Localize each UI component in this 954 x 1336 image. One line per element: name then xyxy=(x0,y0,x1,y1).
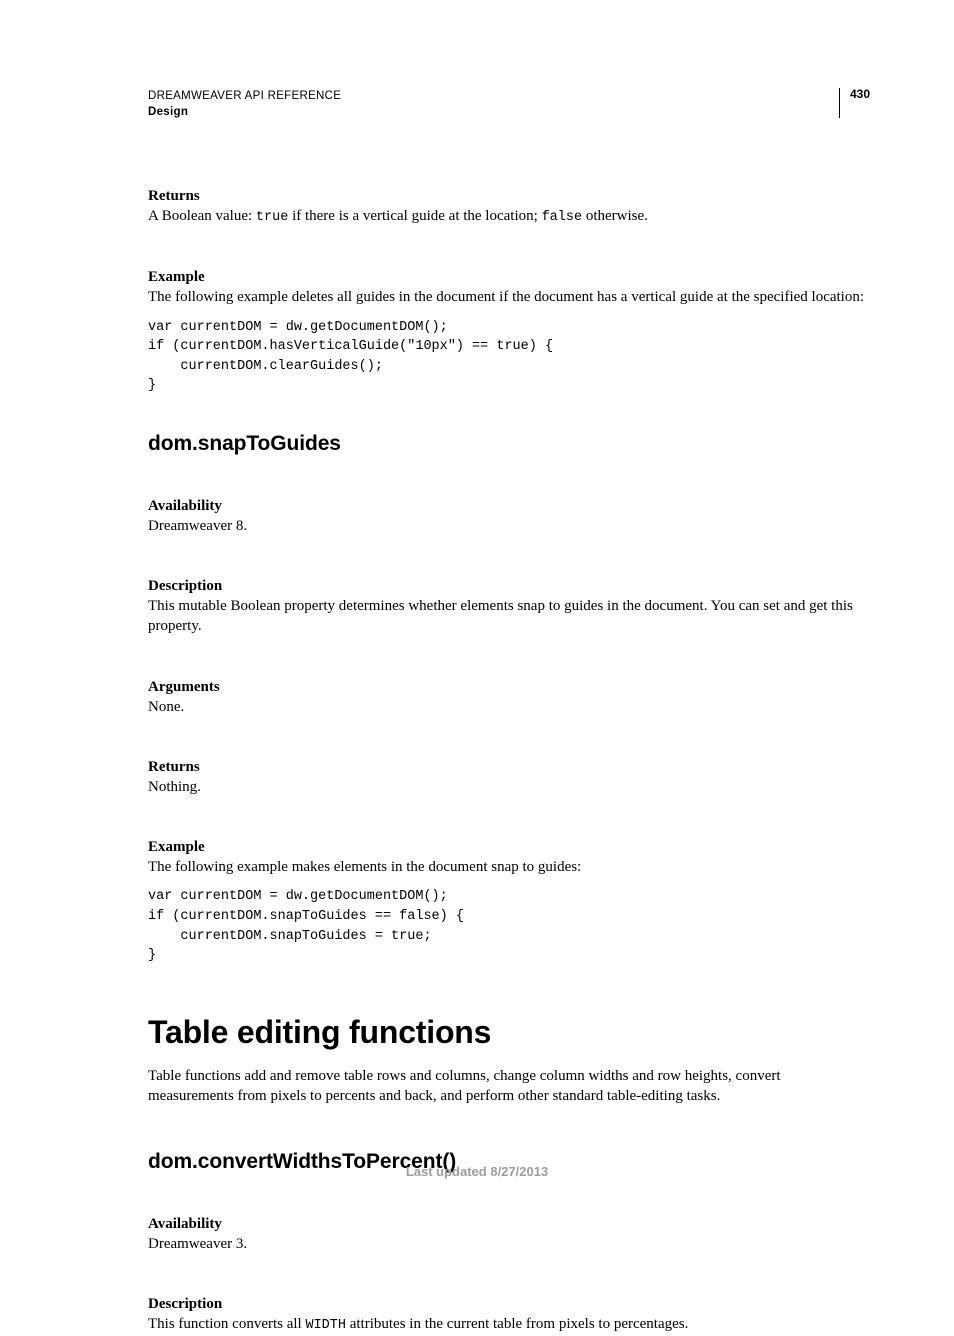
example-text: The following example deletes all guides… xyxy=(148,287,870,307)
doc-section: Design xyxy=(148,104,839,120)
example-label: Example xyxy=(148,269,870,286)
example-text: The following example makes elements in … xyxy=(148,857,870,877)
availability-label: Availability xyxy=(148,498,870,515)
code-width: WIDTH xyxy=(305,1318,346,1333)
code-block: var currentDOM = dw.getDocumentDOM(); if… xyxy=(148,887,870,965)
code-false: false xyxy=(542,210,583,225)
page: DREAMWEAVER API REFERENCE Design 430 Ret… xyxy=(0,0,954,1235)
example-label: Example xyxy=(148,839,870,856)
content: Returns A Boolean value: true if there i… xyxy=(148,120,870,1335)
doc-title: DREAMWEAVER API REFERENCE xyxy=(148,88,839,104)
returns-text: Nothing. xyxy=(148,777,870,797)
availability-text: Dreamweaver 8. xyxy=(148,516,870,536)
page-number: 430 xyxy=(839,88,870,118)
page-header: DREAMWEAVER API REFERENCE Design 430 xyxy=(148,88,870,120)
text-span: if there is a vertical guide at the loca… xyxy=(288,208,541,224)
returns-label: Returns xyxy=(148,188,870,205)
code-block: var currentDOM = dw.getDocumentDOM(); if… xyxy=(148,318,870,396)
arguments-text: None. xyxy=(148,697,870,717)
description-text: This mutable Boolean property determines… xyxy=(148,596,870,637)
chapter-heading-table-editing: Table editing functions xyxy=(148,1014,870,1051)
description-label: Description xyxy=(148,1296,870,1313)
returns-text: A Boolean value: true if there is a vert… xyxy=(148,206,870,227)
description-text: This function converts all WIDTH attribu… xyxy=(148,1314,870,1335)
arguments-label: Arguments xyxy=(148,679,870,696)
availability-label: Availability xyxy=(148,1216,870,1233)
description-label: Description xyxy=(148,578,870,595)
text-span: This function converts all xyxy=(148,1316,305,1332)
header-left: DREAMWEAVER API REFERENCE Design xyxy=(148,88,839,120)
text-span: A Boolean value: xyxy=(148,208,256,224)
method-heading-snaptoguides: dom.snapToGuides xyxy=(148,432,870,456)
text-span: attributes in the current table from pix… xyxy=(346,1316,688,1332)
chapter-intro: Table functions add and remove table row… xyxy=(148,1066,870,1107)
availability-text: Dreamweaver 3. xyxy=(148,1234,870,1254)
returns-label: Returns xyxy=(148,759,870,776)
footer-last-updated: Last updated 8/27/2013 xyxy=(0,1164,954,1179)
text-span: otherwise. xyxy=(582,208,648,224)
code-true: true xyxy=(256,210,288,225)
